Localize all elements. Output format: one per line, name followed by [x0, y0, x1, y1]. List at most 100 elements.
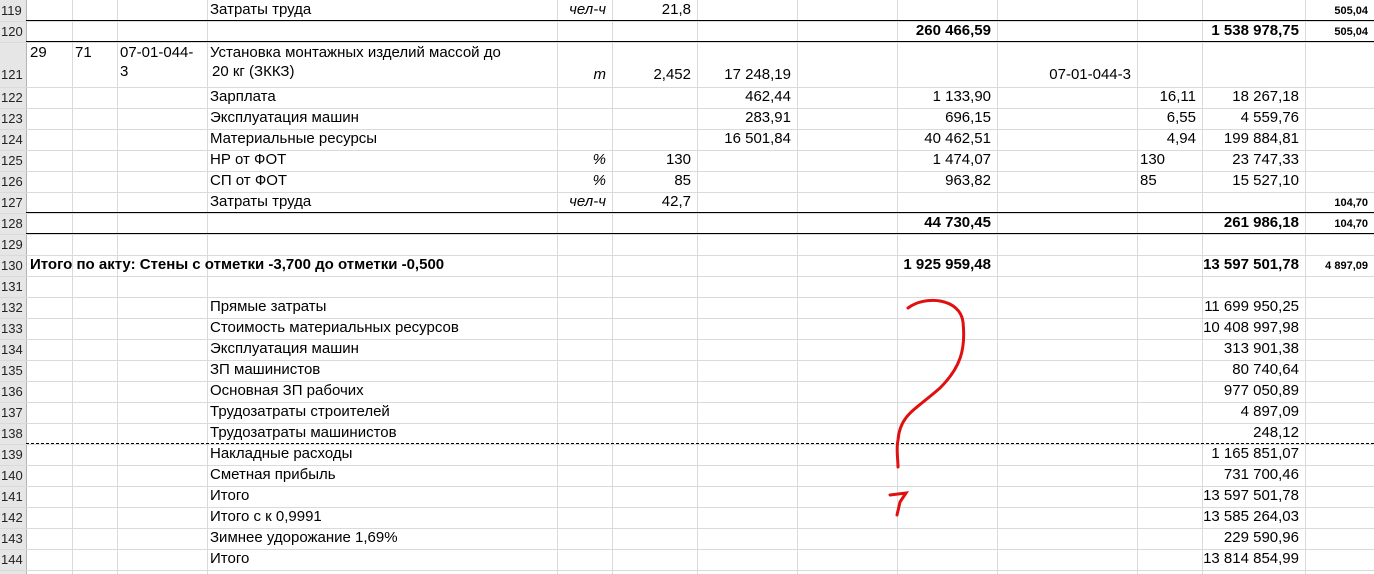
cell-l138[interactable]: 248,12 [1202, 424, 1299, 441]
cell-j121[interactable]: 07-01-044-3 [997, 66, 1131, 83]
cell-d138[interactable]: Трудозатраты машинистов [210, 424, 397, 441]
cell-i120[interactable]: 260 466,59 [897, 22, 991, 39]
cell-d126[interactable]: СП от ФОТ [210, 172, 287, 189]
cell-l144[interactable]: 13 814 854,99 [1202, 550, 1299, 567]
row-number[interactable]: 136 [1, 384, 25, 399]
cell-kl125[interactable]: 130 [1140, 151, 1165, 168]
cell-l124[interactable]: 199 884,81 [1202, 130, 1299, 147]
row-number[interactable]: 120 [1, 24, 25, 39]
row-number[interactable]: 119 [1, 3, 25, 18]
cell-e119[interactable]: чел-ч [557, 1, 606, 18]
cell-g123[interactable]: 283,91 [697, 109, 791, 126]
row-number[interactable]: 131 [1, 279, 25, 294]
cell-l122[interactable]: 18 267,18 [1202, 88, 1299, 105]
row-number[interactable]: 137 [1, 405, 25, 420]
cell-k124[interactable]: 4,94 [1137, 130, 1196, 147]
row-number[interactable]: 121 [1, 67, 25, 82]
cell-d122[interactable]: Зарплата [210, 88, 276, 105]
cell-i124[interactable]: 40 462,51 [897, 130, 991, 147]
cell-d142[interactable]: Итого с к 0,9991 [210, 508, 322, 525]
row-number[interactable]: 134 [1, 342, 25, 357]
cell-f127[interactable]: 42,7 [612, 193, 691, 210]
cell-e127[interactable]: чел-ч [557, 193, 606, 210]
cell-l120[interactable]: 1 538 978,75 [1202, 22, 1299, 39]
row-number[interactable]: 143 [1, 531, 25, 546]
cell-i123[interactable]: 696,15 [897, 109, 991, 126]
cell-d136[interactable]: Основная ЗП рабочих [210, 382, 364, 399]
row-number[interactable]: 135 [1, 363, 25, 378]
cell-d123[interactable]: Эксплуатация машин [210, 109, 359, 126]
cell-a130[interactable]: Итого по акту: Стены с отметки -3,700 до… [30, 256, 444, 273]
row-number[interactable]: 141 [1, 489, 25, 504]
cell-d121[interactable]: Установка монтажных изделий массой до [210, 44, 501, 61]
cell-l143[interactable]: 229 590,96 [1202, 529, 1299, 546]
cell-f125[interactable]: 130 [612, 151, 691, 168]
row-number[interactable]: 122 [1, 90, 25, 105]
cell-d127[interactable]: Затраты труда [210, 193, 311, 210]
row-number[interactable]: 140 [1, 468, 25, 483]
cell-g121[interactable]: 17 248,19 [697, 66, 791, 83]
cell-d134[interactable]: Эксплуатация машин [210, 340, 359, 357]
cell-l130[interactable]: 13 597 501,78 [1202, 256, 1299, 273]
cell-g122[interactable]: 462,44 [697, 88, 791, 105]
row-number[interactable]: 126 [1, 174, 25, 189]
cell-m120[interactable]: 505,04 [1305, 26, 1368, 38]
cell-i128[interactable]: 44 730,45 [897, 214, 991, 231]
cell-l136[interactable]: 977 050,89 [1202, 382, 1299, 399]
cell-d119[interactable]: Затраты труда [210, 1, 311, 18]
row-number[interactable]: 130 [1, 258, 25, 273]
cell-d143[interactable]: Зимнее удорожание 1,69% [210, 529, 398, 546]
cell-l126[interactable]: 15 527,10 [1202, 172, 1299, 189]
cell-d144[interactable]: Итого [210, 550, 249, 567]
cell-d137[interactable]: Трудозатраты строителей [210, 403, 390, 420]
cell-b121[interactable]: 71 [75, 44, 92, 61]
cell-d139[interactable]: Накладные расходы [210, 445, 352, 462]
cell-f121[interactable]: 2,452 [612, 66, 691, 83]
cell-d124[interactable]: Материальные ресурсы [210, 130, 377, 147]
row-number[interactable]: 144 [1, 552, 25, 567]
cell-d125[interactable]: НР от ФОТ [210, 151, 286, 168]
cell-l141[interactable]: 13 597 501,78 [1202, 487, 1299, 504]
cell-m127[interactable]: 104,70 [1305, 197, 1368, 209]
row-number[interactable]: 139 [1, 447, 25, 462]
cell-m130[interactable]: 4 897,09 [1305, 260, 1368, 272]
cell-k123[interactable]: 6,55 [1137, 109, 1196, 126]
cell-a121[interactable]: 29 [30, 44, 47, 61]
cell-i126[interactable]: 963,82 [897, 172, 991, 189]
row-number[interactable]: 127 [1, 195, 25, 210]
cell-e126[interactable]: % [557, 172, 606, 189]
row-number[interactable]: 129 [1, 237, 25, 252]
cell-c121-line2[interactable]: 3 [120, 63, 128, 80]
cell-i125[interactable]: 1 474,07 [897, 151, 991, 168]
cell-k122[interactable]: 16,11 [1137, 88, 1196, 105]
cell-d132[interactable]: Прямые затраты [210, 298, 326, 315]
row-number[interactable]: 138 [1, 426, 25, 441]
cell-d135[interactable]: ЗП машинистов [210, 361, 320, 378]
cell-c121[interactable]: 07-01-044- [120, 44, 193, 61]
cell-l133[interactable]: 10 408 997,98 [1202, 319, 1299, 336]
cell-l123[interactable]: 4 559,76 [1202, 109, 1299, 126]
row-number[interactable]: 128 [1, 216, 25, 231]
cell-i130[interactable]: 1 925 959,48 [897, 256, 991, 273]
cell-m128[interactable]: 104,70 [1305, 218, 1368, 230]
row-number[interactable]: 123 [1, 111, 25, 126]
row-number[interactable]: 125 [1, 153, 25, 168]
row-number[interactable]: 124 [1, 132, 25, 147]
cell-l125[interactable]: 23 747,33 [1202, 151, 1299, 168]
cell-g124[interactable]: 16 501,84 [697, 130, 791, 147]
cell-l135[interactable]: 80 740,64 [1202, 361, 1299, 378]
cell-d133[interactable]: Стоимость материальных ресурсов [210, 319, 459, 336]
cell-l139[interactable]: 1 165 851,07 [1202, 445, 1299, 462]
cell-l142[interactable]: 13 585 264,03 [1202, 508, 1299, 525]
cell-d140[interactable]: Сметная прибыль [210, 466, 336, 483]
cell-l137[interactable]: 4 897,09 [1202, 403, 1299, 420]
cell-m119[interactable]: 505,04 [1305, 5, 1368, 17]
cell-l132[interactable]: 11 699 950,25 [1202, 298, 1299, 315]
cell-e121[interactable]: m [557, 66, 607, 83]
row-number[interactable]: 133 [1, 321, 25, 336]
cell-e125[interactable]: % [557, 151, 606, 168]
cell-l128[interactable]: 261 986,18 [1202, 214, 1299, 231]
spreadsheet[interactable]: 119 Затраты труда чел-ч 21,8 505,04 120 260 46… [0, 0, 1374, 574]
cell-d141[interactable]: Итого [210, 487, 249, 504]
cell-d121-line2[interactable]: 20 кг (ЗККЗ) [212, 63, 294, 80]
